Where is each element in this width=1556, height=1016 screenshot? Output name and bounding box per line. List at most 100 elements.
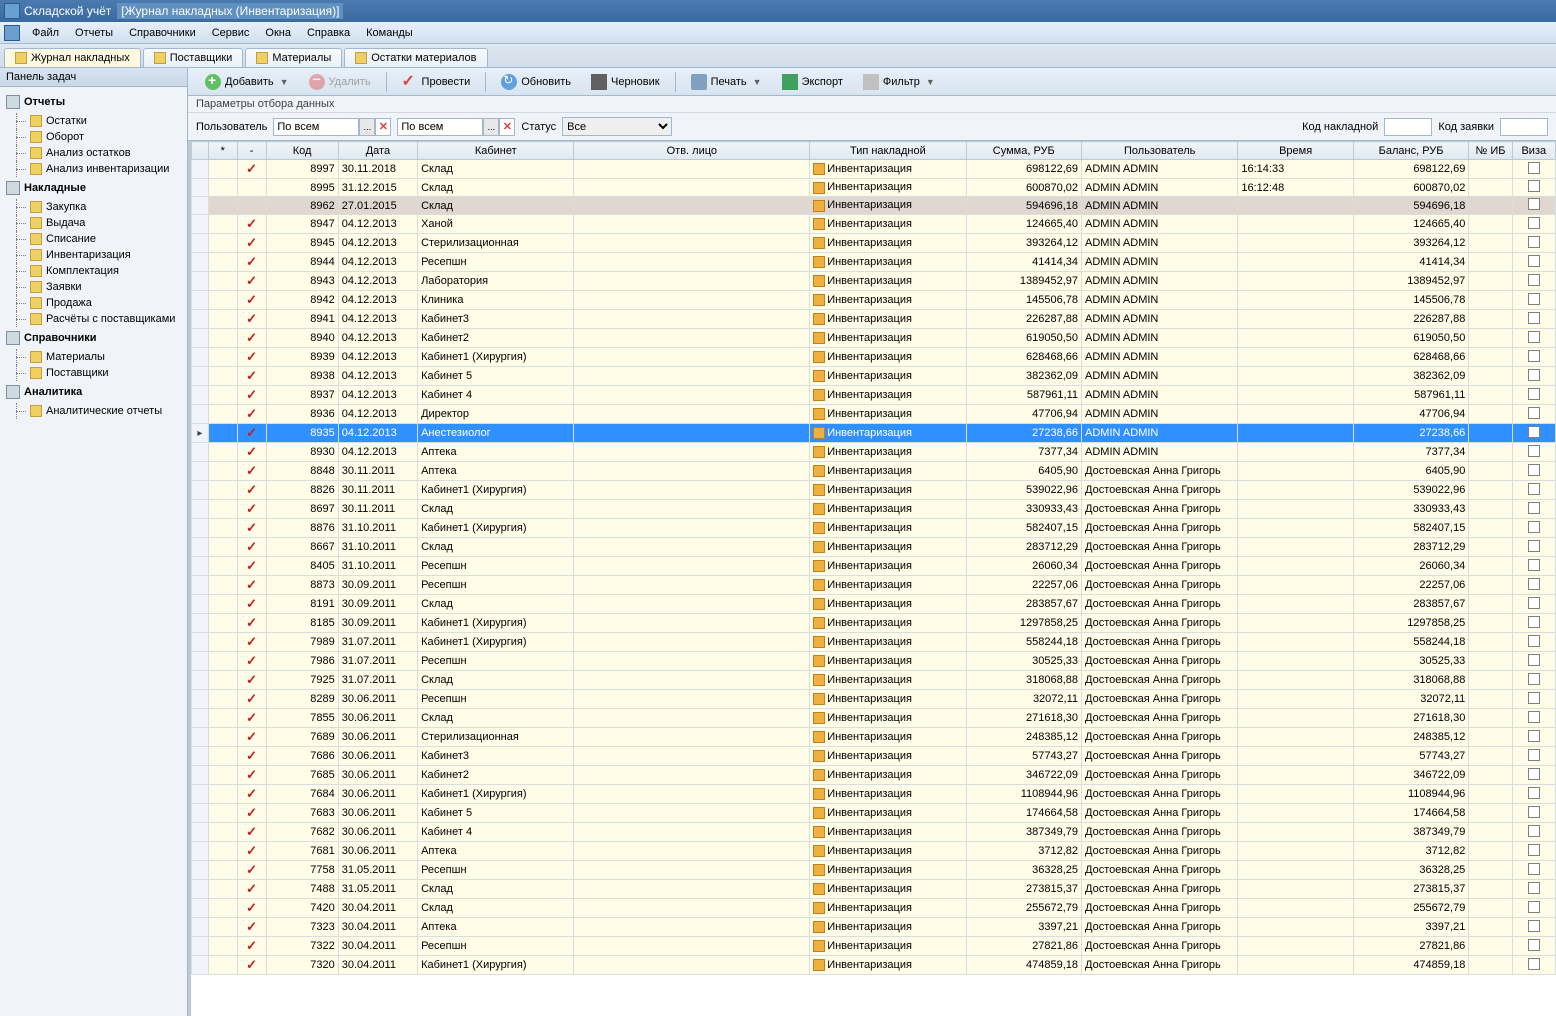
cell-visa[interactable] [1512,614,1555,633]
task-item-Поставщики[interactable]: Поставщики [0,365,187,381]
menu-Отчеты[interactable]: Отчеты [67,25,121,41]
task-item-Продажа[interactable]: Продажа [0,295,187,311]
table-row[interactable]: ✓893704.12.2013Кабинет 4Инвентаризация58… [192,386,1556,405]
cell-visa[interactable] [1512,481,1555,500]
table-row[interactable]: ✓748831.05.2011СкладИнвентаризация273815… [192,880,1556,899]
checkbox-icon[interactable] [1528,597,1540,609]
cell-visa[interactable] [1512,899,1555,918]
table-row[interactable]: ✓894204.12.2013КлиникаИнвентаризация1455… [192,291,1556,310]
filter-user-combo[interactable]: ... ✕ [273,118,391,136]
filter-req-input[interactable] [1500,118,1548,136]
cell-visa[interactable] [1512,367,1555,386]
table-row[interactable]: ✓840531.10.2011РесепшнИнвентаризация2606… [192,557,1556,576]
cell-visa[interactable] [1512,462,1555,481]
filter-second-input[interactable] [397,118,483,136]
checkbox-icon[interactable] [1528,863,1540,875]
checkbox-icon[interactable] [1528,958,1540,970]
checkbox-icon[interactable] [1528,369,1540,381]
checkbox-icon[interactable] [1528,806,1540,818]
table-row[interactable]: ✓768930.06.2011СтерилизационнаяИнвентари… [192,728,1556,747]
cell-visa[interactable] [1512,690,1555,709]
cell-visa[interactable] [1512,291,1555,310]
tab-Журнал накладных[interactable]: Журнал накладных [4,48,141,67]
cell-visa[interactable] [1512,804,1555,823]
clear-icon[interactable]: ✕ [375,118,391,136]
table-row[interactable]: ✓894404.12.2013РесепшнИнвентаризация4141… [192,253,1556,272]
filter-button[interactable]: Фильтр▼ [854,70,944,94]
checkbox-icon[interactable] [1528,768,1540,780]
tab-Остатки материалов[interactable]: Остатки материалов [344,48,487,67]
cell-visa[interactable] [1512,633,1555,652]
checkbox-icon[interactable] [1528,388,1540,400]
table-row[interactable]: ✓866731.10.2011СкладИнвентаризация283712… [192,538,1556,557]
checkbox-icon[interactable] [1528,559,1540,571]
tab-Поставщики[interactable]: Поставщики [143,48,244,67]
task-item-Материалы[interactable]: Материалы [0,349,187,365]
clear-icon[interactable]: ✕ [499,118,515,136]
cell-visa[interactable] [1512,595,1555,614]
task-group-Аналитика[interactable]: Аналитика [0,381,187,403]
checkbox-icon[interactable] [1528,673,1540,685]
checkbox-icon[interactable] [1528,692,1540,704]
task-item-Анализ инвентаризации[interactable]: Анализ инвентаризации [0,161,187,177]
checkbox-icon[interactable] [1528,502,1540,514]
checkbox-icon[interactable] [1528,217,1540,229]
cell-visa[interactable] [1512,329,1555,348]
cell-visa[interactable] [1512,880,1555,899]
table-row[interactable]: ✓899730.11.2018СкладИнвентаризация698122… [192,160,1556,179]
cell-visa[interactable] [1512,785,1555,804]
checkbox-icon[interactable] [1528,312,1540,324]
table-row[interactable]: ✓768430.06.2011Кабинет1 (Хирургия)Инвент… [192,785,1556,804]
table-row[interactable]: 899531.12.2015СкладИнвентаризация600870,… [192,179,1556,197]
table-row[interactable]: ✓768630.06.2011Кабинет3Инвентаризация577… [192,747,1556,766]
cell-visa[interactable] [1512,766,1555,785]
cell-visa[interactable] [1512,861,1555,880]
table-row[interactable]: ✓887330.09.2011РесепшнИнвентаризация2225… [192,576,1556,595]
col-check[interactable]: - [237,142,266,160]
cell-visa[interactable] [1512,272,1555,291]
cell-visa[interactable] [1512,823,1555,842]
checkbox-icon[interactable] [1528,180,1540,192]
col-visa[interactable]: Виза [1512,142,1555,160]
col-cabinet[interactable]: Кабинет [418,142,574,160]
table-row[interactable]: ✓894104.12.2013Кабинет3Инвентаризация226… [192,310,1556,329]
row-indicator-header[interactable] [192,142,209,160]
checkbox-icon[interactable] [1528,920,1540,932]
menu-Окна[interactable]: Окна [257,25,299,41]
task-group-Накладные[interactable]: Накладные [0,177,187,199]
table-row[interactable]: ✓732230.04.2011РесепшнИнвентаризация2782… [192,937,1556,956]
menu-Справочники[interactable]: Справочники [121,25,204,41]
cell-visa[interactable] [1512,348,1555,367]
refresh-button[interactable]: Обновить [492,70,580,94]
checkbox-icon[interactable] [1528,540,1540,552]
col-ib[interactable]: № ИБ [1469,142,1512,160]
checkbox-icon[interactable] [1528,787,1540,799]
cell-visa[interactable] [1512,443,1555,462]
cell-visa[interactable] [1512,197,1555,215]
table-row[interactable]: ✓893504.12.2013АнестезиологИнвентаризаци… [192,424,1556,443]
filter-second-combo[interactable]: ... ✕ [397,118,515,136]
cell-visa[interactable] [1512,576,1555,595]
dropdown-icon[interactable]: ... [483,118,499,136]
checkbox-icon[interactable] [1528,198,1540,210]
table-row[interactable]: ✓828930.06.2011РесепшнИнвентаризация3207… [192,690,1556,709]
table-row[interactable]: ✓768530.06.2011Кабинет2Инвентаризация346… [192,766,1556,785]
table-row[interactable]: 896227.01.2015СкладИнвентаризация594696,… [192,197,1556,215]
table-row[interactable]: ✓792531.07.2011СкладИнвентаризация318068… [192,671,1556,690]
col-type[interactable]: Тип накладной [810,142,966,160]
task-item-Заявки[interactable]: Заявки [0,279,187,295]
checkbox-icon[interactable] [1528,350,1540,362]
cell-visa[interactable] [1512,179,1555,197]
checkbox-icon[interactable] [1528,274,1540,286]
checkbox-icon[interactable] [1528,616,1540,628]
menu-Справка[interactable]: Справка [299,25,358,41]
draft-button[interactable]: Черновик [582,70,669,94]
table-row[interactable]: ✓768130.06.2011АптекаИнвентаризация3712,… [192,842,1556,861]
post-button[interactable]: Провести [393,70,480,94]
col-code[interactable]: Код [266,142,338,160]
checkbox-icon[interactable] [1528,654,1540,666]
table-row[interactable]: ✓894004.12.2013Кабинет2Инвентаризация619… [192,329,1556,348]
table-row[interactable]: ✓884830.11.2011АптекаИнвентаризация6405,… [192,462,1556,481]
task-group-Отчеты[interactable]: Отчеты [0,91,187,113]
export-button[interactable]: Экспорт [773,70,852,94]
